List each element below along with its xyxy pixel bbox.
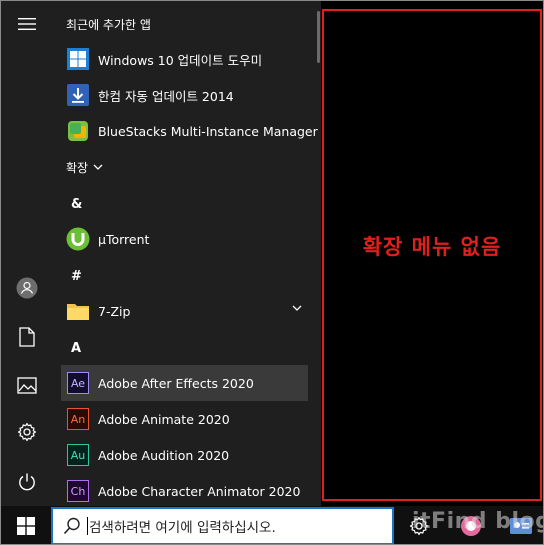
taskbar-search-box[interactable]: 검색하려면 여기에 입력하십시오. bbox=[51, 507, 394, 544]
app-item-bluestacks[interactable]: BlueStacks Multi-Instance Manager bbox=[61, 113, 318, 149]
recent-apps-header: 최근에 추가한 앱 bbox=[66, 18, 151, 32]
text-caret bbox=[87, 517, 88, 535]
audition-icon: Au bbox=[66, 443, 90, 467]
character-animator-badge: Ch bbox=[67, 480, 89, 502]
gear-icon bbox=[17, 422, 37, 442]
user-account-button[interactable] bbox=[1, 265, 53, 311]
update-download-icon bbox=[66, 83, 90, 107]
no-extension-menu-label: 확장 메뉴 없음 bbox=[362, 235, 502, 259]
start-menu-rail bbox=[1, 1, 53, 506]
hamburger-menu-button[interactable] bbox=[1, 1, 53, 47]
documents-button[interactable] bbox=[1, 314, 53, 360]
app-label: Windows 10 업데이트 도우미 bbox=[98, 52, 263, 68]
user-avatar-icon bbox=[16, 277, 38, 299]
expand-label: 확장 bbox=[66, 161, 89, 175]
tiles-area: 확장 메뉴 없음 bbox=[322, 9, 542, 501]
app-label: µTorrent bbox=[98, 231, 150, 247]
app-item-audition[interactable]: Au Adobe Audition 2020 bbox=[61, 437, 308, 473]
character-animator-icon: Ch bbox=[66, 479, 90, 503]
animate-badge: An bbox=[67, 408, 89, 430]
utorrent-icon bbox=[66, 227, 90, 251]
app-label: BlueStacks Multi-Instance Manager bbox=[98, 123, 318, 139]
chevron-down-icon bbox=[292, 305, 302, 311]
settings-button[interactable] bbox=[1, 409, 53, 455]
group-header-a[interactable]: A bbox=[71, 341, 81, 356]
picture-icon bbox=[17, 376, 37, 394]
app-item-hancom-update[interactable]: 한컴 자동 업데이트 2014 bbox=[61, 77, 308, 113]
app-label: 한컴 자동 업데이트 2014 bbox=[98, 88, 234, 104]
animate-icon: An bbox=[66, 407, 90, 431]
power-icon bbox=[19, 473, 35, 491]
app-item-animate[interactable]: An Adobe Animate 2020 bbox=[61, 401, 308, 437]
search-icon bbox=[63, 517, 80, 535]
document-icon bbox=[19, 327, 35, 347]
pictures-button[interactable] bbox=[1, 362, 53, 408]
taskbar: 검색하려면 여기에 입력하십시오. itFind blog bbox=[1, 506, 544, 544]
audition-badge: Au bbox=[67, 444, 89, 466]
app-label: Adobe Character Animator 2020 bbox=[98, 483, 301, 499]
after-effects-badge: Ae bbox=[67, 372, 89, 394]
app-item-windows10-update[interactable]: Windows 10 업데이트 도우미 bbox=[61, 41, 308, 77]
app-item-utorrent[interactable]: µTorrent bbox=[61, 221, 308, 257]
watermark: itFind blog bbox=[412, 509, 544, 534]
group-header-hash[interactable]: # bbox=[71, 269, 82, 284]
app-item-after-effects[interactable]: Ae Adobe After Effects 2020 bbox=[61, 365, 308, 401]
app-label: Adobe Animate 2020 bbox=[98, 411, 230, 427]
after-effects-icon: Ae bbox=[66, 371, 90, 395]
search-placeholder: 검색하려면 여기에 입력하십시오. bbox=[89, 520, 276, 536]
app-list-scrollbar[interactable] bbox=[317, 11, 320, 63]
windows-logo-icon bbox=[66, 47, 90, 71]
hamburger-icon bbox=[18, 18, 36, 30]
start-menu-window: 최근에 추가한 앱 Windows 10 업데이트 도우미 한컴 자동 업데이트… bbox=[0, 0, 544, 545]
folder-icon bbox=[66, 299, 90, 323]
app-label: Adobe Audition 2020 bbox=[98, 447, 230, 463]
chevron-down-icon bbox=[93, 164, 103, 170]
bluestacks-icon bbox=[66, 119, 90, 143]
start-button[interactable] bbox=[1, 506, 51, 544]
app-label: Adobe After Effects 2020 bbox=[98, 375, 254, 391]
app-item-character-animator[interactable]: Ch Adobe Character Animator 2020 bbox=[61, 473, 308, 509]
windows-logo-icon bbox=[17, 517, 35, 535]
app-label: 7-Zip bbox=[98, 303, 131, 319]
power-button[interactable] bbox=[1, 459, 53, 505]
expand-toggle[interactable]: 확장 bbox=[66, 159, 103, 176]
app-item-7zip-folder[interactable]: 7-Zip bbox=[61, 293, 308, 329]
group-header-ampersand[interactable]: & bbox=[71, 197, 82, 212]
